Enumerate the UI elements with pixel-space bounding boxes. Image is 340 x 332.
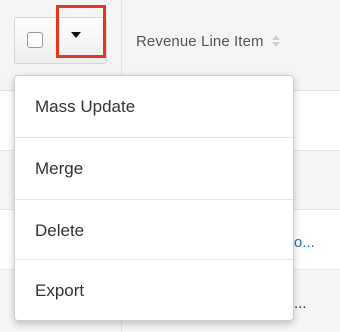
table-cell[interactable]: o... (294, 234, 315, 251)
menu-item-export[interactable]: Export (15, 260, 293, 320)
actions-dropdown-menu: Mass Update Merge Delete Export (14, 75, 294, 321)
menu-item-merge[interactable]: Merge (15, 138, 293, 199)
select-all-checkbox[interactable] (27, 32, 43, 48)
column-header-label: Revenue Line Item (136, 33, 264, 50)
menu-item-delete[interactable]: Delete (15, 200, 293, 261)
caret-down-icon (71, 32, 81, 38)
sort-icon[interactable] (271, 34, 281, 48)
actions-dropdown-toggle[interactable] (56, 5, 106, 58)
menu-item-mass-update[interactable]: Mass Update (15, 76, 293, 137)
table-cell[interactable]: ... (294, 295, 307, 312)
column-header-revenue-line-item[interactable]: Revenue Line Item (136, 33, 281, 50)
